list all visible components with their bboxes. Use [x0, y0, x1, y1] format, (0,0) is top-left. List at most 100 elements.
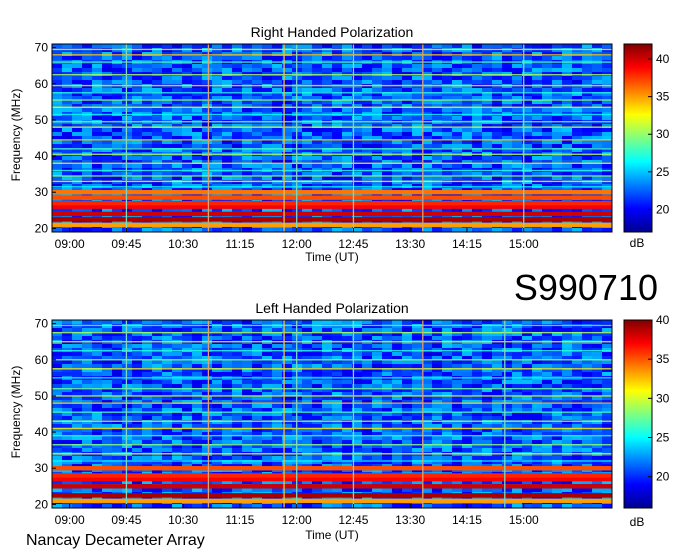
noise-cell	[372, 116, 382, 120]
noise-cell	[462, 56, 472, 60]
noise-cell	[602, 76, 612, 80]
noise-cell	[342, 336, 352, 340]
noise-cell	[332, 228, 342, 232]
noise-cell	[452, 372, 462, 376]
noise-cell	[252, 128, 262, 132]
noise-cell	[232, 372, 242, 376]
noise-cell	[372, 228, 382, 232]
noise-cell	[112, 128, 122, 132]
rfi-line	[52, 92, 612, 94]
noise-cell	[532, 328, 542, 332]
noise-cell	[382, 228, 392, 232]
noise-cell	[72, 336, 82, 340]
noise-cell	[142, 424, 152, 428]
y-tick-label: 50	[35, 113, 49, 127]
noise-cell	[532, 68, 542, 72]
noise-cell	[382, 440, 392, 444]
noise-cell	[232, 336, 242, 340]
noise-cell	[302, 372, 312, 376]
noise-cell	[222, 80, 232, 84]
noise-cell	[102, 440, 112, 444]
noise-cell	[192, 76, 202, 80]
noise-cell	[202, 116, 212, 120]
noise-cell	[302, 140, 312, 144]
left-colorbar-label: dB	[630, 515, 645, 529]
noise-cell	[312, 56, 322, 60]
noise-cell	[272, 88, 282, 92]
noise-cell	[302, 380, 312, 384]
noise-cell	[502, 228, 512, 232]
noise-cell	[602, 156, 612, 160]
noise-cell	[492, 360, 502, 364]
noise-cell	[162, 68, 172, 72]
noise-cell	[222, 384, 232, 388]
noise-cell	[72, 44, 82, 48]
noise-cell	[312, 344, 322, 348]
noise-cell	[312, 320, 322, 324]
noise-cell	[302, 144, 312, 148]
noise-cell	[132, 144, 142, 148]
noise-cell	[162, 64, 172, 68]
noise-cell	[192, 448, 202, 452]
noise-cell	[562, 424, 572, 428]
noise-cell	[242, 380, 252, 384]
noise-cell	[272, 320, 282, 324]
noise-cell	[62, 320, 72, 324]
noise-cell	[222, 156, 232, 160]
noise-cell	[232, 80, 242, 84]
noise-cell	[592, 144, 602, 148]
noise-cell	[402, 76, 412, 80]
noise-cell	[182, 64, 192, 68]
noise-cell	[412, 228, 422, 232]
noise-cell	[262, 404, 272, 408]
noise-cell	[582, 372, 592, 376]
noise-cell	[242, 64, 252, 68]
noise-cell	[82, 336, 92, 340]
noise-cell	[152, 228, 162, 232]
noise-cell	[302, 108, 312, 112]
noise-cell	[112, 320, 122, 324]
noise-cell	[232, 404, 242, 408]
noise-cell	[502, 344, 512, 348]
noise-cell	[152, 352, 162, 356]
noise-cell	[162, 352, 172, 356]
noise-cell	[562, 456, 572, 460]
noise-cell	[152, 336, 162, 340]
noise-cell	[152, 64, 162, 68]
noise-cell	[192, 140, 202, 144]
noise-cell	[392, 76, 402, 80]
noise-cell	[272, 440, 282, 444]
noise-cell	[272, 164, 282, 168]
noise-cell	[372, 404, 382, 408]
noise-cell	[512, 68, 522, 72]
noise-cell	[442, 448, 452, 452]
noise-cell	[192, 128, 202, 132]
noise-cell	[112, 336, 122, 340]
noise-cell	[192, 360, 202, 364]
noise-cell	[272, 380, 282, 384]
noise-cell	[252, 156, 262, 160]
noise-cell	[102, 140, 112, 144]
noise-cell	[392, 360, 402, 364]
noise-cell	[312, 44, 322, 48]
noise-cell	[272, 140, 282, 144]
noise-cell	[402, 44, 412, 48]
noise-cell	[362, 80, 372, 84]
noise-cell	[562, 88, 572, 92]
noise-cell	[372, 44, 382, 48]
noise-cell	[432, 344, 442, 348]
noise-cell	[472, 56, 482, 60]
noise-cell	[192, 156, 202, 160]
noise-cell	[102, 456, 112, 460]
noise-cell	[432, 352, 442, 356]
noise-cell	[222, 436, 232, 440]
noise-cell	[222, 140, 232, 144]
noise-cell	[92, 164, 102, 168]
noise-cell	[332, 336, 342, 340]
noise-cell	[552, 164, 562, 168]
noise-cell	[322, 456, 332, 460]
noise-cell	[302, 164, 312, 168]
noise-cell	[262, 228, 272, 232]
noise-cell	[62, 380, 72, 384]
noise-cell	[562, 408, 572, 412]
